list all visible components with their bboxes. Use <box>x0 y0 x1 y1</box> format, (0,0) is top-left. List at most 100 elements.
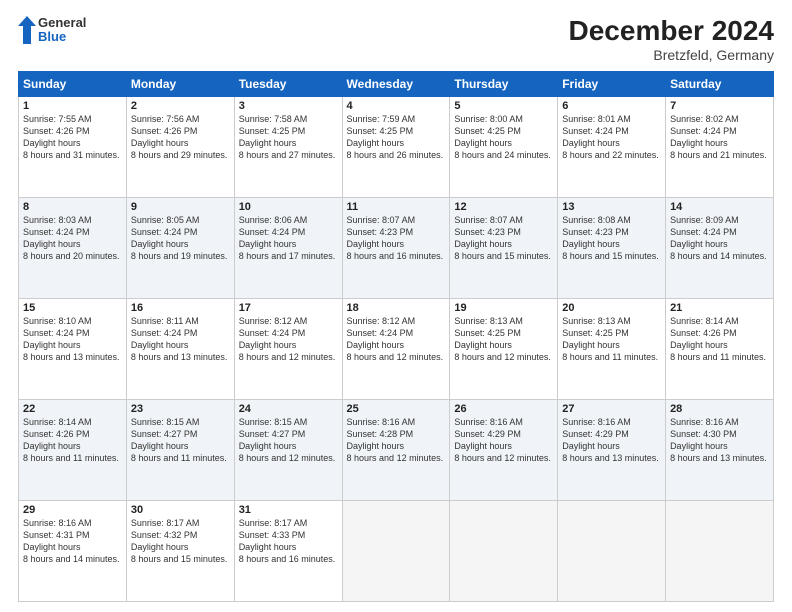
logo: General Blue <box>18 16 86 45</box>
calendar-cell: 16Sunrise: 8:11 AMSunset: 4:24 PMDayligh… <box>126 298 234 399</box>
calendar-cell: 26Sunrise: 8:16 AMSunset: 4:29 PMDayligh… <box>450 399 558 500</box>
day-header-friday: Friday <box>558 71 666 96</box>
day-number: 8 <box>23 201 122 213</box>
calendar-cell: 9Sunrise: 8:05 AMSunset: 4:24 PMDaylight… <box>126 197 234 298</box>
week-row-4: 22Sunrise: 8:14 AMSunset: 4:26 PMDayligh… <box>19 399 774 500</box>
calendar-cell: 13Sunrise: 8:08 AMSunset: 4:23 PMDayligh… <box>558 197 666 298</box>
day-info: Sunrise: 8:16 AMSunset: 4:29 PMDaylight … <box>454 416 553 465</box>
calendar-cell: 24Sunrise: 8:15 AMSunset: 4:27 PMDayligh… <box>234 399 342 500</box>
day-info: Sunrise: 8:16 AMSunset: 4:30 PMDaylight … <box>670 416 769 465</box>
calendar-cell <box>666 500 774 601</box>
day-info: Sunrise: 8:05 AMSunset: 4:24 PMDaylight … <box>131 214 230 263</box>
day-info: Sunrise: 8:00 AMSunset: 4:25 PMDaylight … <box>454 113 553 162</box>
day-info: Sunrise: 8:12 AMSunset: 4:24 PMDaylight … <box>347 315 446 364</box>
day-info: Sunrise: 8:13 AMSunset: 4:25 PMDaylight … <box>454 315 553 364</box>
day-number: 4 <box>347 100 446 112</box>
day-number: 19 <box>454 302 553 314</box>
calendar-cell: 31Sunrise: 8:17 AMSunset: 4:33 PMDayligh… <box>234 500 342 601</box>
calendar-cell: 19Sunrise: 8:13 AMSunset: 4:25 PMDayligh… <box>450 298 558 399</box>
day-number: 29 <box>23 504 122 516</box>
calendar-cell: 21Sunrise: 8:14 AMSunset: 4:26 PMDayligh… <box>666 298 774 399</box>
day-info: Sunrise: 8:17 AMSunset: 4:32 PMDaylight … <box>131 517 230 566</box>
day-info: Sunrise: 8:09 AMSunset: 4:24 PMDaylight … <box>670 214 769 263</box>
day-info: Sunrise: 7:59 AMSunset: 4:25 PMDaylight … <box>347 113 446 162</box>
page: General Blue December 2024 Bretzfeld, Ge… <box>0 0 792 612</box>
calendar-cell: 30Sunrise: 8:17 AMSunset: 4:32 PMDayligh… <box>126 500 234 601</box>
day-number: 15 <box>23 302 122 314</box>
day-number: 11 <box>347 201 446 213</box>
day-info: Sunrise: 8:03 AMSunset: 4:24 PMDaylight … <box>23 214 122 263</box>
day-info: Sunrise: 8:15 AMSunset: 4:27 PMDaylight … <box>239 416 338 465</box>
day-info: Sunrise: 8:14 AMSunset: 4:26 PMDaylight … <box>670 315 769 364</box>
day-info: Sunrise: 8:15 AMSunset: 4:27 PMDaylight … <box>131 416 230 465</box>
day-info: Sunrise: 8:12 AMSunset: 4:24 PMDaylight … <box>239 315 338 364</box>
day-info: Sunrise: 8:06 AMSunset: 4:24 PMDaylight … <box>239 214 338 263</box>
calendar-cell: 18Sunrise: 8:12 AMSunset: 4:24 PMDayligh… <box>342 298 450 399</box>
day-info: Sunrise: 7:58 AMSunset: 4:25 PMDaylight … <box>239 113 338 162</box>
day-header-sunday: Sunday <box>19 71 127 96</box>
day-number: 5 <box>454 100 553 112</box>
day-header-saturday: Saturday <box>666 71 774 96</box>
calendar-cell: 12Sunrise: 8:07 AMSunset: 4:23 PMDayligh… <box>450 197 558 298</box>
day-info: Sunrise: 8:02 AMSunset: 4:24 PMDaylight … <box>670 113 769 162</box>
calendar-cell: 11Sunrise: 8:07 AMSunset: 4:23 PMDayligh… <box>342 197 450 298</box>
day-header-monday: Monday <box>126 71 234 96</box>
calendar-cell: 5Sunrise: 8:00 AMSunset: 4:25 PMDaylight… <box>450 96 558 197</box>
calendar-cell: 28Sunrise: 8:16 AMSunset: 4:30 PMDayligh… <box>666 399 774 500</box>
calendar-cell: 2Sunrise: 7:56 AMSunset: 4:26 PMDaylight… <box>126 96 234 197</box>
day-number: 31 <box>239 504 338 516</box>
day-number: 22 <box>23 403 122 415</box>
day-number: 27 <box>562 403 661 415</box>
day-number: 28 <box>670 403 769 415</box>
calendar-cell: 22Sunrise: 8:14 AMSunset: 4:26 PMDayligh… <box>19 399 127 500</box>
calendar-cell: 7Sunrise: 8:02 AMSunset: 4:24 PMDaylight… <box>666 96 774 197</box>
calendar-cell <box>558 500 666 601</box>
title-block: December 2024 Bretzfeld, Germany <box>569 16 774 63</box>
header-row: SundayMondayTuesdayWednesdayThursdayFrid… <box>19 71 774 96</box>
calendar-cell: 14Sunrise: 8:09 AMSunset: 4:24 PMDayligh… <box>666 197 774 298</box>
calendar-title: December 2024 <box>569 16 774 47</box>
day-number: 21 <box>670 302 769 314</box>
day-info: Sunrise: 8:10 AMSunset: 4:24 PMDaylight … <box>23 315 122 364</box>
logo-icon <box>18 16 36 44</box>
week-row-1: 1Sunrise: 7:55 AMSunset: 4:26 PMDaylight… <box>19 96 774 197</box>
day-info: Sunrise: 8:13 AMSunset: 4:25 PMDaylight … <box>562 315 661 364</box>
calendar-cell <box>450 500 558 601</box>
calendar-cell: 25Sunrise: 8:16 AMSunset: 4:28 PMDayligh… <box>342 399 450 500</box>
calendar-cell: 15Sunrise: 8:10 AMSunset: 4:24 PMDayligh… <box>19 298 127 399</box>
day-info: Sunrise: 7:55 AMSunset: 4:26 PMDaylight … <box>23 113 122 162</box>
calendar-cell: 10Sunrise: 8:06 AMSunset: 4:24 PMDayligh… <box>234 197 342 298</box>
calendar-cell: 1Sunrise: 7:55 AMSunset: 4:26 PMDaylight… <box>19 96 127 197</box>
day-number: 14 <box>670 201 769 213</box>
day-number: 10 <box>239 201 338 213</box>
calendar-cell: 3Sunrise: 7:58 AMSunset: 4:25 PMDaylight… <box>234 96 342 197</box>
calendar-cell <box>342 500 450 601</box>
day-info: Sunrise: 8:07 AMSunset: 4:23 PMDaylight … <box>347 214 446 263</box>
calendar-cell: 6Sunrise: 8:01 AMSunset: 4:24 PMDaylight… <box>558 96 666 197</box>
day-info: Sunrise: 8:14 AMSunset: 4:26 PMDaylight … <box>23 416 122 465</box>
week-row-5: 29Sunrise: 8:16 AMSunset: 4:31 PMDayligh… <box>19 500 774 601</box>
day-number: 26 <box>454 403 553 415</box>
day-number: 2 <box>131 100 230 112</box>
calendar-cell: 29Sunrise: 8:16 AMSunset: 4:31 PMDayligh… <box>19 500 127 601</box>
day-info: Sunrise: 7:56 AMSunset: 4:26 PMDaylight … <box>131 113 230 162</box>
day-header-wednesday: Wednesday <box>342 71 450 96</box>
day-info: Sunrise: 8:16 AMSunset: 4:29 PMDaylight … <box>562 416 661 465</box>
week-row-2: 8Sunrise: 8:03 AMSunset: 4:24 PMDaylight… <box>19 197 774 298</box>
day-number: 20 <box>562 302 661 314</box>
day-info: Sunrise: 8:16 AMSunset: 4:31 PMDaylight … <box>23 517 122 566</box>
logo-blue: Blue <box>38 30 86 44</box>
day-number: 18 <box>347 302 446 314</box>
calendar-cell: 17Sunrise: 8:12 AMSunset: 4:24 PMDayligh… <box>234 298 342 399</box>
week-row-3: 15Sunrise: 8:10 AMSunset: 4:24 PMDayligh… <box>19 298 774 399</box>
day-number: 6 <box>562 100 661 112</box>
day-info: Sunrise: 8:01 AMSunset: 4:24 PMDaylight … <box>562 113 661 162</box>
day-header-thursday: Thursday <box>450 71 558 96</box>
logo-text: General Blue <box>38 16 86 45</box>
day-info: Sunrise: 8:16 AMSunset: 4:28 PMDaylight … <box>347 416 446 465</box>
day-number: 13 <box>562 201 661 213</box>
day-number: 12 <box>454 201 553 213</box>
day-info: Sunrise: 8:07 AMSunset: 4:23 PMDaylight … <box>454 214 553 263</box>
day-info: Sunrise: 8:17 AMSunset: 4:33 PMDaylight … <box>239 517 338 566</box>
day-number: 25 <box>347 403 446 415</box>
